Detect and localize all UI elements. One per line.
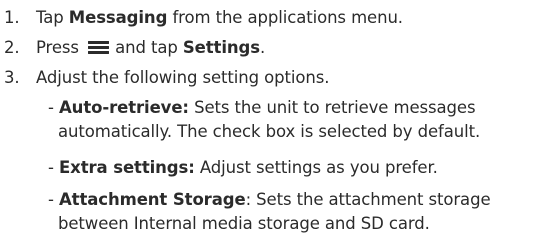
option-extra-settings: - Extra settings: Adjust settings as you…	[48, 156, 438, 180]
option-description: : Sets the attachment storage	[245, 190, 491, 209]
step-text: Tap Messaging from the applications menu…	[36, 6, 403, 30]
step-text: Adjust the following setting options.	[36, 68, 330, 87]
step-text-mid: and tap	[115, 38, 183, 57]
step-text-post: from the applications menu.	[167, 8, 403, 27]
step-text-pre: Press	[36, 38, 85, 57]
menu-icon	[88, 41, 110, 54]
option-label: Attachment Storage	[59, 190, 246, 209]
option-dash: -	[48, 190, 59, 209]
step-text-pre: Tap	[36, 8, 69, 27]
option-dash: -	[48, 158, 59, 177]
option-description: Sets the unit to retrieve messages	[188, 98, 476, 117]
step-text-post: .	[259, 38, 266, 57]
step-number: 2.	[4, 38, 20, 57]
option-attachment-storage: - Attachment Storage: Sets the attachmen…	[48, 188, 491, 236]
option-dash: -	[48, 98, 59, 117]
step-text: Press and tap Settings.	[36, 36, 265, 60]
option-description-continued: between Internal media storage and SD ca…	[58, 214, 430, 233]
option-description: Adjust settings as you prefer.	[194, 158, 438, 177]
option-label: Extra settings:	[59, 158, 195, 177]
settings-label: Settings	[182, 38, 260, 57]
step-number: 1.	[4, 8, 20, 27]
messaging-label: Messaging	[68, 8, 168, 27]
option-auto-retrieve: - Auto-retrieve: Sets the unit to retrie…	[48, 96, 480, 144]
step-number: 3.	[4, 68, 20, 87]
option-label: Auto-retrieve:	[59, 98, 189, 117]
option-description-continued: automatically. The check box is selected…	[58, 122, 481, 141]
